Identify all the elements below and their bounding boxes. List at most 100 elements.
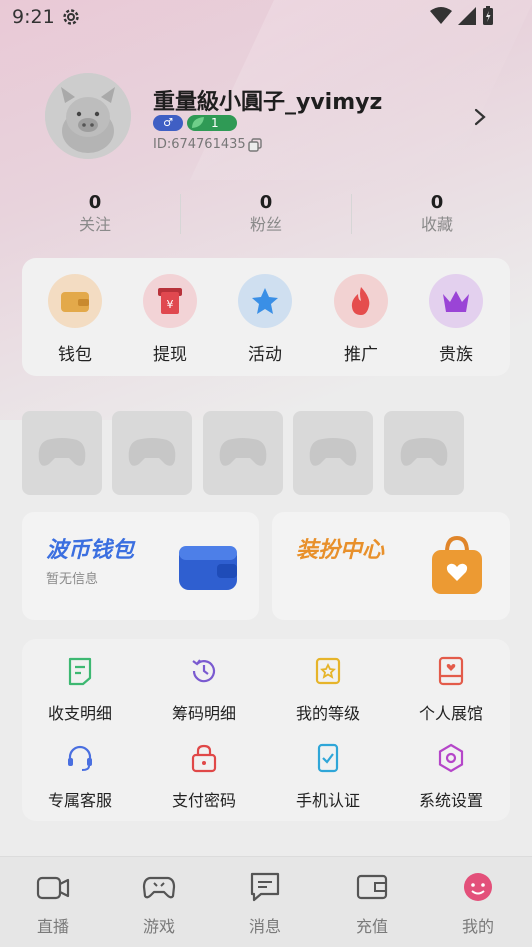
quick-action-label: 活动 [248, 345, 282, 365]
avatar[interactable] [45, 73, 131, 159]
crown-icon [429, 274, 483, 328]
menu-item-label: 手机认证 [295, 791, 360, 810]
promo-dressup[interactable]: 装扮中心 [272, 512, 510, 620]
leaf-icon [192, 117, 204, 128]
battery-icon [483, 6, 493, 25]
quick-action-label: 贵族 [439, 345, 473, 365]
nav-label: 我的 [461, 917, 494, 936]
signal-icon [458, 7, 476, 25]
nav-label: 直播 [36, 917, 69, 936]
gamepad-placeholder-icon [128, 438, 176, 466]
gear-icon[interactable] [61, 7, 81, 27]
promo-dressup-title: 装扮中心 [296, 538, 385, 563]
pig-avatar-icon [45, 73, 131, 159]
quick-action-noble[interactable]: 贵族 [421, 274, 491, 365]
menu-item-label: 收支明细 [47, 704, 112, 723]
svg-text:¥: ¥ [167, 298, 174, 311]
menu-item-level[interactable]: 我的等级 [268, 656, 388, 724]
menu-item-label: 个人展馆 [418, 704, 483, 723]
system-icons [430, 6, 494, 26]
status-time: 9:21 [12, 6, 55, 28]
phone-check-icon [317, 743, 339, 773]
game-slot[interactable] [384, 411, 464, 495]
quick-action-activity[interactable]: 活动 [230, 274, 300, 365]
wallet-outline-icon [356, 874, 388, 900]
game-slot[interactable] [22, 411, 102, 495]
quick-action-label: 钱包 [58, 345, 92, 365]
promo-wallet-subtitle: 暂无信息 [46, 572, 99, 587]
settings-hex-icon [438, 743, 464, 773]
wifi-icon [430, 7, 452, 24]
menu-item-label: 系统设置 [418, 791, 483, 810]
stat-count: 0 [430, 192, 444, 213]
stat-label: 粉丝 [249, 215, 282, 234]
withdraw-icon: ¥ [143, 274, 197, 328]
menu-item-label: 专属客服 [47, 791, 112, 810]
profile-face-icon [464, 873, 492, 901]
menu-item-phone-verify[interactable]: 手机认证 [268, 743, 388, 811]
level-value: 1 [211, 116, 219, 130]
promo-wallet-title: 波币钱包 [46, 538, 135, 563]
stat-label: 关注 [78, 215, 111, 234]
nav-label: 消息 [248, 917, 281, 936]
menu-item-transactions[interactable]: 收支明细 [20, 656, 140, 724]
menu-item-chips[interactable]: 筹码明细 [144, 656, 264, 724]
headset-icon [68, 745, 92, 771]
quick-action-withdraw[interactable]: ¥ 提现 [135, 274, 205, 365]
shopping-bag-icon [432, 535, 482, 594]
level-star-icon [315, 657, 341, 685]
quick-action-label: 提现 [153, 345, 187, 365]
menu-item-customer-service[interactable]: 专属客服 [20, 743, 140, 811]
nav-item-recharge[interactable]: 充值 [332, 871, 412, 937]
nickname: 重量級小圓子_yvimyz [153, 90, 383, 115]
wallet-3d-icon [179, 546, 237, 590]
stat-favorites[interactable]: 0 收藏 [377, 192, 497, 236]
game-slot[interactable] [112, 411, 192, 495]
user-id: ID:674761435 [153, 137, 246, 152]
stat-following[interactable]: 0 关注 [35, 192, 155, 236]
menu-item-label: 筹码明细 [171, 704, 236, 723]
live-camera-icon [36, 876, 70, 900]
stat-divider [180, 194, 181, 234]
promo-wallet[interactable]: 波币钱包 暂无信息 [22, 512, 259, 620]
bottom-nav: 直播 游戏 消息 充值 我的 [0, 856, 532, 947]
level-badge: 1 [187, 115, 237, 131]
menu-item-settings[interactable]: 系统设置 [391, 743, 511, 811]
receipt-icon [68, 657, 92, 686]
star-icon [238, 274, 292, 328]
stat-count: 0 [259, 192, 273, 213]
game-slot[interactable] [293, 411, 373, 495]
nav-item-me[interactable]: 我的 [438, 871, 518, 937]
menu-item-gallery[interactable]: 个人展馆 [391, 656, 511, 724]
gender-badge: ♂ [153, 115, 183, 131]
stat-count: 0 [88, 192, 102, 213]
message-icon [250, 872, 280, 902]
history-icon [192, 659, 216, 683]
gamepad-placeholder-icon [309, 438, 357, 466]
menu-item-label: 支付密码 [171, 791, 236, 810]
menu-item-label: 我的等级 [295, 704, 360, 723]
stat-divider [351, 194, 352, 234]
nav-item-games[interactable]: 游戏 [119, 871, 199, 937]
nav-item-messages[interactable]: 消息 [225, 871, 305, 937]
quick-action-label: 推广 [344, 345, 378, 365]
gamepad-placeholder-icon [219, 438, 267, 466]
stat-fans[interactable]: 0 粉丝 [206, 192, 326, 236]
flame-icon [334, 274, 388, 328]
gamepad-placeholder-icon [400, 438, 448, 466]
nav-item-live[interactable]: 直播 [13, 871, 93, 937]
game-slot[interactable] [203, 411, 283, 495]
chevron-right-icon[interactable] [473, 108, 487, 126]
stat-label: 收藏 [420, 215, 453, 234]
gamepad-icon [142, 876, 176, 899]
menu-item-payment-password[interactable]: 支付密码 [144, 743, 264, 811]
status-bar: 9:21 [0, 0, 532, 36]
lock-icon [191, 744, 217, 773]
gamepad-placeholder-icon [38, 438, 86, 466]
nav-label: 充值 [355, 917, 388, 936]
nav-label: 游戏 [142, 917, 175, 936]
copy-icon[interactable] [248, 138, 262, 152]
gallery-icon [438, 656, 464, 686]
quick-action-promote[interactable]: 推广 [326, 274, 396, 365]
quick-action-wallet[interactable]: 钱包 [40, 274, 110, 365]
